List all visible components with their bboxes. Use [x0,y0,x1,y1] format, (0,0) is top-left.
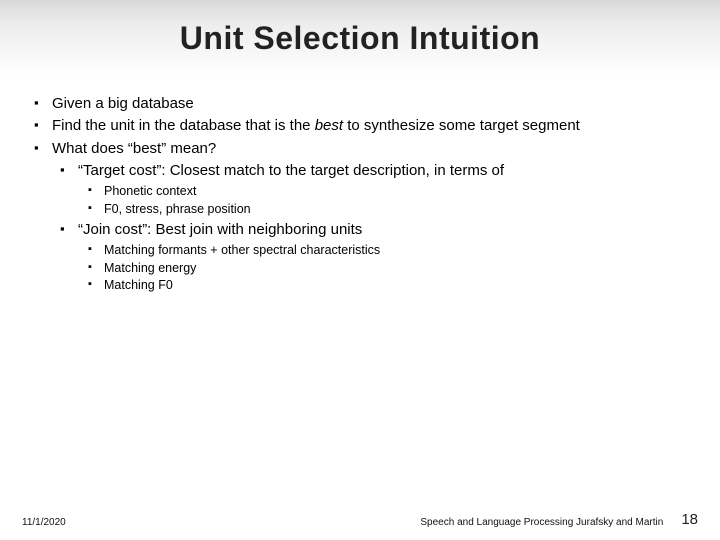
title-band: Unit Selection Intuition [0,0,720,76]
text-run: “Join cost”: Best join with neighboring … [78,221,362,238]
sub-bullet-item: “Join cost”: Best join with neighboring … [60,220,686,295]
sub-bullet-item: “Target cost”: Closest match to the targ… [60,161,686,218]
bullet-item: Find the unit in the database that is th… [34,116,686,136]
subsub-bullet-list: Matching formants + other spectral chara… [88,242,686,295]
subsub-bullet-item: Matching energy [88,260,686,278]
text-run: to synthesize some target segment [343,117,580,134]
bullet-list: Given a big database Find the unit in th… [34,94,686,295]
subsub-bullet-item: Matching F0 [88,277,686,295]
page-number: 18 [681,511,698,528]
text-run: Find the unit in the database that is th… [52,117,315,134]
slide-title: Unit Selection Intuition [180,20,540,57]
footer-right: Speech and Language Processing Jurafsky … [420,511,698,528]
sub-bullet-list: “Target cost”: Closest match to the targ… [60,161,686,295]
slide-body: Given a big database Find the unit in th… [0,76,720,295]
subsub-bullet-item: Phonetic context [88,183,686,201]
text-run: “Target cost”: Closest match to the targ… [78,162,504,179]
footer-date: 11/1/2020 [22,517,66,528]
footer-credit: Speech and Language Processing Jurafsky … [420,517,663,528]
subsub-bullet-item: F0, stress, phrase position [88,201,686,219]
text-run: What does “best” mean? [52,140,216,157]
bullet-item: Given a big database [34,94,686,114]
subsub-bullet-list: Phonetic context F0, stress, phrase posi… [88,183,686,218]
subsub-bullet-item: Matching formants + other spectral chara… [88,242,686,260]
text-run-italic: best [315,117,343,134]
slide-footer: 11/1/2020 Speech and Language Processing… [0,511,720,528]
bullet-item: What does “best” mean? “Target cost”: Cl… [34,139,686,295]
